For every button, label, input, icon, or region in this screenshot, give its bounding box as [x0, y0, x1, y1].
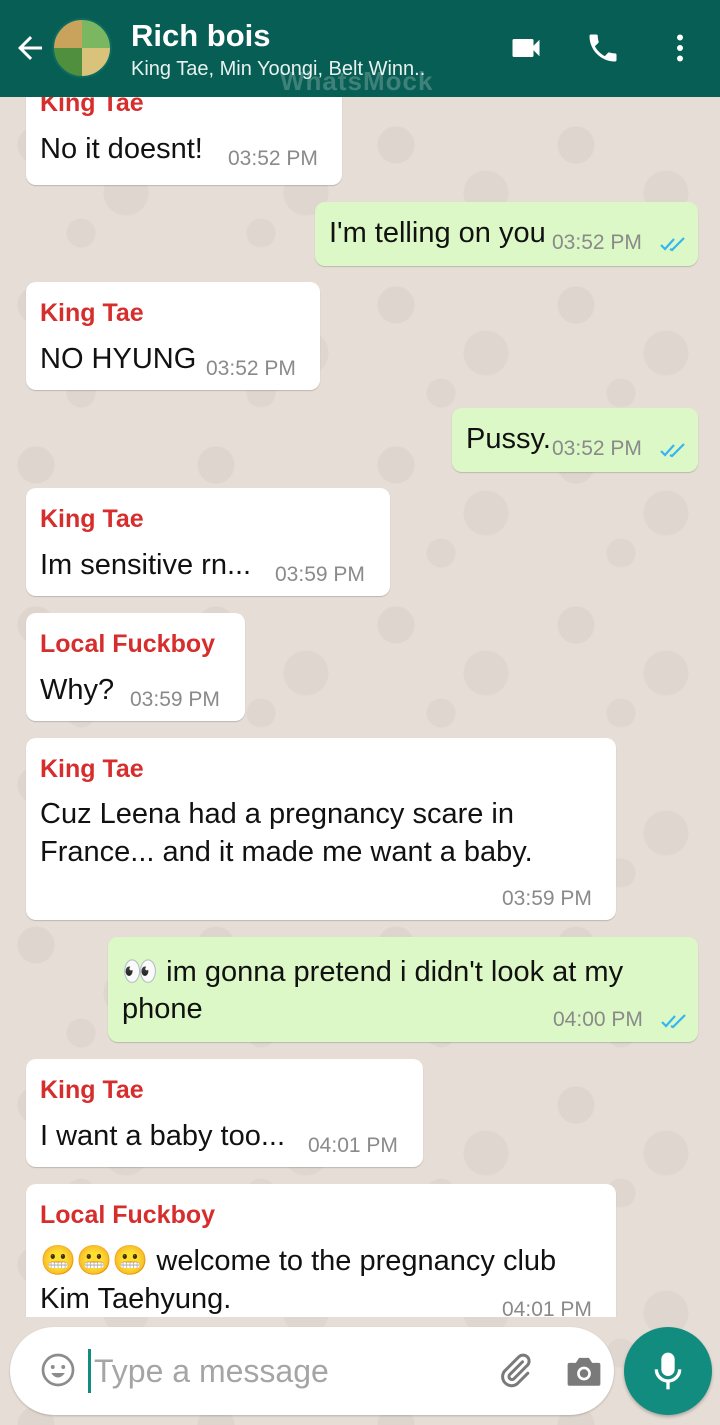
message-bubble-incoming[interactable]: Local Fuckboy 😬😬😬 welcome to the pregnan…: [26, 1184, 616, 1317]
message-text-line: France... and it made me want a baby.: [40, 836, 533, 868]
message-bubble-outgoing[interactable]: 👀 im gonna pretend i didn't look at my p…: [108, 937, 698, 1042]
smiley-icon[interactable]: [40, 1352, 76, 1388]
eyes-emoji: 👀: [122, 954, 159, 988]
message-input[interactable]: [94, 1347, 474, 1395]
message-bubble-incoming[interactable]: Local Fuckboy Why? 03:59 PM: [26, 613, 245, 721]
message-text: Pussy.: [466, 423, 551, 455]
message-text: welcome to the pregnancy club: [156, 1245, 557, 1277]
phone-icon[interactable]: [585, 30, 621, 66]
message-time: 03:59 PM: [275, 563, 365, 586]
message-text: No it doesnt!: [40, 133, 203, 165]
sender-name: King Tae: [40, 299, 144, 327]
more-vert-icon[interactable]: [662, 30, 698, 66]
message-text: Im sensitive rn...: [40, 549, 252, 581]
message-bubble-incoming[interactable]: King Tae I want a baby too... 04:01 PM: [26, 1059, 423, 1167]
message-bubble-outgoing[interactable]: Pussy. 03:52 PM: [452, 408, 698, 472]
message-composer: [10, 1327, 614, 1415]
message-text-line: Cuz Leena had a pregnancy scare in: [40, 798, 514, 830]
watermark-text: WhatsMock: [280, 66, 434, 96]
message-time: 03:52 PM: [206, 357, 296, 380]
message-time: 04:01 PM: [308, 1134, 398, 1157]
message-time: 04:00 PM: [553, 1008, 643, 1031]
read-receipt-icon: [660, 443, 685, 458]
camera-icon[interactable]: [564, 1353, 604, 1389]
message-text: I want a baby too...: [40, 1120, 286, 1152]
sender-name: Local Fuckboy: [40, 1201, 216, 1229]
message-text-line: 👀 im gonna pretend i didn't look at my: [122, 952, 623, 991]
sender-name: King Tae: [40, 755, 144, 783]
message-time: 03:52 PM: [552, 231, 642, 254]
message-bubble-incoming[interactable]: King Tae No it doesnt! 03:52 PM: [26, 97, 342, 185]
arrow-left-icon[interactable]: [12, 30, 48, 66]
message-time: 03:59 PM: [502, 887, 592, 910]
message-bubble-outgoing[interactable]: I'm telling on you 03:52 PM: [315, 202, 698, 266]
message-time: 04:01 PM: [502, 1298, 592, 1317]
grimacing-emoji: 😬😬😬: [40, 1243, 149, 1277]
group-title[interactable]: Rich bois: [131, 18, 271, 54]
message-bubble-incoming[interactable]: King Tae NO HYUNG 03:52 PM: [26, 282, 320, 390]
read-receipt-icon: [660, 237, 685, 252]
message-text: im gonna pretend i didn't look at my: [166, 956, 624, 988]
message-bubble-incoming[interactable]: King Tae Cuz Leena had a pregnancy scare…: [26, 738, 616, 920]
message-time: 03:52 PM: [552, 437, 642, 460]
sender-name: King Tae: [40, 97, 144, 117]
sender-name: Local Fuckboy: [40, 630, 216, 658]
voice-record-button[interactable]: [624, 1327, 712, 1415]
message-text-line: phone: [122, 993, 203, 1025]
group-avatar[interactable]: [52, 18, 112, 78]
video-camera-icon[interactable]: [508, 30, 544, 66]
sender-name: King Tae: [40, 505, 144, 533]
message-text: Why?: [40, 674, 115, 706]
paperclip-icon[interactable]: [495, 1351, 535, 1391]
message-text-line: 😬😬😬 welcome to the pregnancy club: [40, 1241, 556, 1280]
message-text: I'm telling on you: [329, 217, 546, 249]
message-time: 03:52 PM: [228, 147, 318, 170]
message-text: NO HYUNG: [40, 343, 197, 375]
message-list[interactable]: King Tae No it doesnt! 03:52 PM I'm tell…: [0, 97, 720, 1317]
message-text-line: Kim Taehyung.: [40, 1283, 232, 1315]
message-time: 03:59 PM: [130, 688, 220, 711]
read-receipt-icon: [661, 1014, 686, 1029]
text-cursor: [88, 1349, 91, 1393]
chat-header: Rich bois King Tae, Min Yoongi, Belt Win…: [0, 0, 720, 97]
message-bubble-incoming[interactable]: King Tae Im sensitive rn... 03:59 PM: [26, 488, 390, 596]
microphone-icon: [654, 1352, 682, 1390]
sender-name: King Tae: [40, 1076, 144, 1104]
